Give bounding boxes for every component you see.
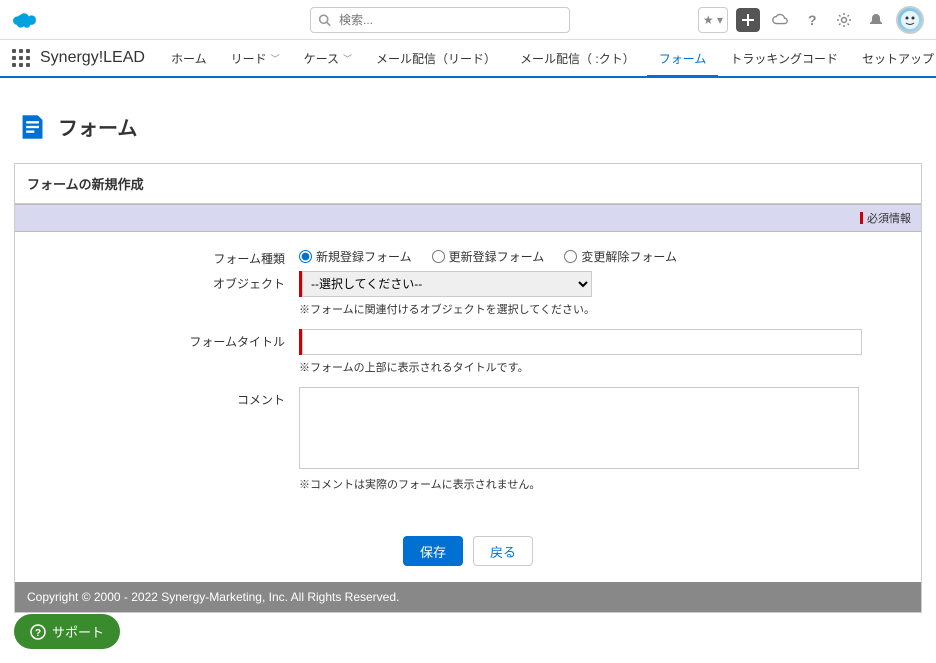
search-container <box>310 7 570 33</box>
required-strip: 必須情報 <box>15 204 921 232</box>
salesforce-logo <box>12 10 40 30</box>
svg-text:?: ? <box>808 12 817 28</box>
comment-textarea[interactable] <box>299 387 859 469</box>
radio-update[interactable]: 更新登録フォーム <box>432 248 545 265</box>
nav-tab-label: トラッキングコード <box>730 50 838 67</box>
radio-label: 更新登録フォーム <box>449 248 545 265</box>
button-row: 保存 戻る <box>15 520 921 582</box>
search-input[interactable] <box>310 7 570 33</box>
radio-input[interactable] <box>564 250 577 263</box>
help-object: ※フォームに関連付けるオブジェクトを選択してください。 <box>299 301 909 317</box>
app-name: Synergy!LEAD <box>40 49 145 67</box>
page-title-row: フォーム <box>14 104 922 163</box>
back-button[interactable]: 戻る <box>473 536 533 566</box>
header-actions: ★ ▾ ? <box>698 6 924 34</box>
form-icon <box>18 113 46 141</box>
nav-tab-home[interactable]: ホーム <box>159 40 219 76</box>
required-marker <box>299 329 862 355</box>
object-select[interactable]: --選択してください-- <box>302 271 592 297</box>
nav-tab-label: ホーム <box>171 50 207 67</box>
label-form-type: フォーム種類 <box>27 246 299 267</box>
radio-input[interactable] <box>299 250 312 263</box>
radio-label: 新規登録フォーム <box>316 248 412 265</box>
support-button[interactable]: ? サポート <box>14 614 120 649</box>
title-input[interactable] <box>302 329 862 355</box>
nav-tab-mail-lead[interactable]: メール配信（リード） <box>364 40 508 76</box>
nav-tab-label: ケース <box>304 50 339 67</box>
chevron-down-icon: ﹀ <box>271 52 280 65</box>
label-object: オブジェクト <box>27 271 299 292</box>
cloud-icon[interactable] <box>768 8 792 32</box>
help-comment: ※コメントは実際のフォームに表示されません。 <box>299 476 909 492</box>
gear-icon[interactable] <box>832 8 856 32</box>
nav-tab-case[interactable]: ケース ﹀ <box>292 40 364 76</box>
row-object: オブジェクト --選択してください-- ※フォームに関連付けるオブジェクトを選択… <box>27 271 909 325</box>
page-content: フォーム フォームの新規作成 必須情報 フォーム種類 新規登録フォーム 更新登録… <box>0 78 936 613</box>
bell-icon[interactable] <box>864 8 888 32</box>
required-label: 必須情報 <box>867 210 911 226</box>
nav-bar: Synergy!LEAD ホーム リード ﹀ ケース ﹀ メール配信（リード） メー… <box>0 40 936 78</box>
nav-tabs: ホーム リード ﹀ ケース ﹀ メール配信（リード） メール配信（ :クト） フォー… <box>159 40 936 76</box>
user-avatar[interactable] <box>896 6 924 34</box>
app-launcher-icon <box>12 49 30 67</box>
nav-tab-form[interactable]: フォーム <box>647 40 719 76</box>
nav-tab-lead[interactable]: リード ﹀ <box>219 40 292 76</box>
form-panel: フォームの新規作成 必須情報 フォーム種類 新規登録フォーム 更新登録フォーム … <box>14 163 922 613</box>
support-label: サポート <box>52 622 104 641</box>
nav-tab-label: リード <box>231 50 267 67</box>
radio-label: 変更解除フォーム <box>581 248 677 265</box>
radio-input[interactable] <box>432 250 445 263</box>
radio-change[interactable]: 変更解除フォーム <box>564 248 677 265</box>
required-bar-icon <box>860 212 863 224</box>
nav-tab-mail-contact[interactable]: メール配信（ :クト） <box>508 40 647 76</box>
nav-tab-setup[interactable]: セットアップ <box>850 40 936 76</box>
chevron-down-icon: ﹀ <box>343 52 352 65</box>
page-title: フォーム <box>58 112 137 141</box>
question-circle-icon: ? <box>30 624 46 640</box>
help-icon[interactable]: ? <box>800 8 824 32</box>
row-form-type: フォーム種類 新規登録フォーム 更新登録フォーム 変更解除フォーム <box>27 246 909 267</box>
radio-group-form-type: 新規登録フォーム 更新登録フォーム 変更解除フォーム <box>299 246 909 265</box>
nav-tab-label: フォーム <box>659 50 707 67</box>
row-title: フォームタイトル ※フォームの上部に表示されるタイトルです。 <box>27 329 909 383</box>
favorites-button[interactable]: ★ ▾ <box>698 7 728 33</box>
app-launcher[interactable]: Synergy!LEAD <box>12 40 159 76</box>
required-marker: --選択してください-- <box>299 271 592 297</box>
label-comment: コメント <box>27 387 299 408</box>
nav-tab-label: メール配信（ :クト） <box>520 50 635 67</box>
svg-text:?: ? <box>35 628 41 639</box>
save-button[interactable]: 保存 <box>403 536 463 566</box>
label-title: フォームタイトル <box>27 329 299 350</box>
panel-header: フォームの新規作成 <box>15 164 921 204</box>
nav-tab-label: セットアップ <box>862 50 934 67</box>
radio-new[interactable]: 新規登録フォーム <box>299 248 412 265</box>
add-icon[interactable] <box>736 8 760 32</box>
footer: Copyright © 2000 - 2022 Synergy-Marketin… <box>15 582 921 612</box>
nav-tab-tracking[interactable]: トラッキングコード <box>718 40 850 76</box>
form-body: フォーム種類 新規登録フォーム 更新登録フォーム 変更解除フォーム オブジェクト… <box>15 232 921 520</box>
row-comment: コメント ※コメントは実際のフォームに表示されません。 <box>27 387 909 500</box>
search-icon <box>318 13 331 26</box>
nav-tab-label: メール配信（リード） <box>376 50 496 67</box>
top-header: ★ ▾ ? <box>0 0 936 40</box>
help-title: ※フォームの上部に表示されるタイトルです。 <box>299 359 909 375</box>
